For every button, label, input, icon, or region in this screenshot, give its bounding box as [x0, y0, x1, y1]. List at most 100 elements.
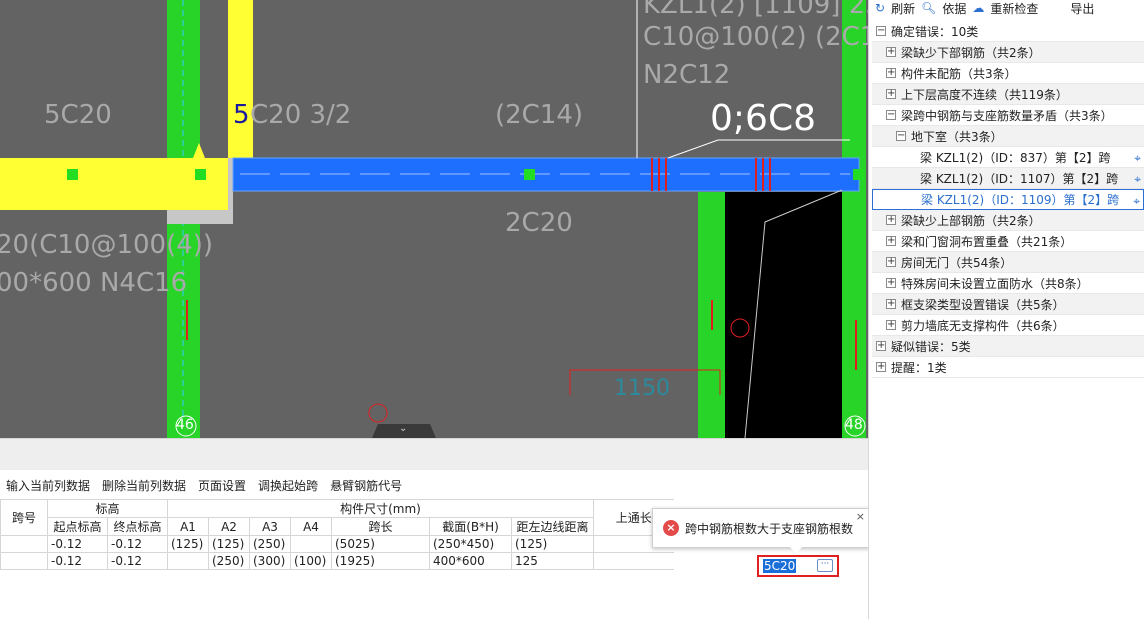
table-row[interactable]: -0.12 -0.12 (250) (300) (100) (1925) 400…: [0, 552, 674, 570]
cell-span-length[interactable]: (1925): [331, 552, 430, 570]
tree-item-label: 梁 KZL1(2)（ID：837）第【2】跨: [920, 150, 1111, 165]
tree-category[interactable]: + 构件未配筋（共3条）: [872, 63, 1144, 84]
tree-category[interactable]: + 框支梁类型设置错误（共5条）: [872, 294, 1144, 315]
locate-icon[interactable]: ⌖: [1134, 172, 1141, 187]
document-search-icon[interactable]: 🔍︎: [921, 1, 936, 15]
cell-a2[interactable]: (250): [208, 552, 250, 570]
expand-icon[interactable]: +: [886, 89, 896, 99]
cell-a4[interactable]: [290, 535, 332, 553]
cell-a3[interactable]: (250): [249, 535, 291, 553]
tree-category[interactable]: − 梁跨中钢筋与支座筋数量矛盾（共3条）: [872, 105, 1144, 126]
page-setup-button[interactable]: 页面设置: [198, 477, 246, 494]
cell-section[interactable]: 400*600: [429, 552, 512, 570]
col-a4: A4: [290, 517, 332, 536]
locate-icon[interactable]: ⌖: [1133, 194, 1140, 209]
cell-a4[interactable]: (100): [290, 552, 332, 570]
cell-start-elev[interactable]: -0.12: [47, 552, 108, 570]
export-button[interactable]: 导出: [1070, 0, 1094, 17]
panel-divider[interactable]: [0, 438, 868, 470]
collapse-icon[interactable]: −: [886, 110, 896, 120]
more-options-button[interactable]: ···: [817, 559, 833, 572]
cell-a1[interactable]: (125): [167, 535, 209, 553]
cell-end-elev[interactable]: -0.12: [107, 552, 168, 570]
tree-category[interactable]: + 房间无门（共54条）: [872, 252, 1144, 273]
cell-left-dist[interactable]: (125): [511, 535, 594, 553]
cell-span-length[interactable]: (5025): [331, 535, 430, 553]
expand-icon[interactable]: +: [886, 299, 896, 309]
cell-a1[interactable]: [167, 552, 209, 570]
rebar-cell-editor[interactable]: 5C20 ···: [757, 555, 839, 577]
cell-end-elev[interactable]: -0.12: [107, 535, 168, 553]
tree-leaf-item[interactable]: 梁 KZL1(2)（ID：1109）第【2】跨 ⌖: [872, 189, 1144, 210]
tree-item-label: 特殊房间未设置立面防水（共8条）: [901, 276, 1089, 291]
chevron-down-icon[interactable]: ⌄: [399, 423, 407, 434]
tree-category[interactable]: + 提醒：1类: [872, 357, 1144, 378]
expand-icon[interactable]: +: [886, 320, 896, 330]
grip-point[interactable]: [195, 169, 206, 180]
col-span-no: 跨号: [0, 499, 48, 536]
collapse-icon[interactable]: −: [876, 26, 886, 36]
error-tree: − 确定错误：10类 + 梁缺少下部钢筋（共2条） + 构件未配筋（共3条） + 上下层高度不…: [872, 21, 1144, 378]
cad-drawing: [0, 0, 866, 438]
tree-category[interactable]: + 剪力墙底无支撑构件（共6条）: [872, 315, 1144, 336]
refresh-icon[interactable]: ↻: [875, 1, 885, 15]
expand-icon[interactable]: +: [886, 257, 896, 267]
col-left-dist: 距左边线距离: [511, 517, 594, 536]
beam-vertical-yellow[interactable]: [228, 0, 253, 158]
beam-left-yellow[interactable]: [0, 158, 228, 210]
tree-category[interactable]: + 上下层高度不连续（共119条）: [872, 84, 1144, 105]
span-rebar-label: 0;6C8: [710, 98, 816, 139]
tree-category[interactable]: − 确定错误：10类: [872, 21, 1144, 42]
tree-item-label: 地下室（共3条）: [911, 129, 1003, 144]
cloud-check-icon[interactable]: ☁: [972, 1, 984, 15]
cell-left-dist[interactable]: 125: [511, 552, 594, 570]
swap-span-button[interactable]: 调换起始跨: [258, 477, 318, 494]
tree-category[interactable]: + 梁缺少上部钢筋（共2条）: [872, 210, 1144, 231]
expand-icon[interactable]: +: [886, 47, 896, 57]
rebar-label-top: C20 3/2: [250, 100, 352, 130]
delete-column-button[interactable]: 删除当前列数据: [102, 477, 186, 494]
tree-leaf-item[interactable]: 梁 KZL1(2)（ID：837）第【2】跨 ⌖: [872, 147, 1144, 168]
expand-icon[interactable]: +: [886, 278, 896, 288]
recheck-button[interactable]: 重新检查: [990, 0, 1038, 17]
tree-category[interactable]: + 特殊房间未设置立面防水（共8条）: [872, 273, 1144, 294]
grip-point[interactable]: [853, 169, 864, 180]
basis-button[interactable]: 依据: [942, 0, 966, 17]
tree-category[interactable]: + 梁缺少下部钢筋（共2条）: [872, 42, 1144, 63]
expand-icon[interactable]: +: [886, 236, 896, 246]
expand-icon[interactable]: +: [886, 68, 896, 78]
expand-icon[interactable]: +: [876, 362, 886, 372]
tree-item-label: 确定错误：10类: [891, 24, 979, 39]
editor-value[interactable]: 5C20: [763, 559, 797, 573]
stirrup-label: C10@100(2) (2C1: [643, 22, 868, 52]
tree-category[interactable]: + 疑似错误：5类: [872, 336, 1144, 357]
tree-category[interactable]: + 梁和门窗洞布置重叠（共21条）: [872, 231, 1144, 252]
room-dark: [725, 192, 842, 438]
col-a1: A1: [167, 517, 209, 536]
tree-category[interactable]: − 地下室（共3条）: [872, 126, 1144, 147]
tree-item-label: 剪力墙底无支撑构件（共6条）: [901, 318, 1065, 333]
tree-item-label: 提醒：1类: [891, 360, 947, 375]
expand-icon[interactable]: +: [886, 215, 896, 225]
cell-section[interactable]: (250*450): [429, 535, 512, 553]
column-right[interactable]: [842, 0, 866, 438]
refresh-button[interactable]: 刷新: [891, 0, 915, 17]
close-icon[interactable]: ×: [856, 510, 865, 523]
cell-a3[interactable]: (300): [249, 552, 291, 570]
cell-start-elev[interactable]: -0.12: [47, 535, 108, 553]
cantilever-code-button[interactable]: 悬臂钢筋代号: [330, 477, 402, 494]
error-tooltip: × 跨中钢筋根数大于支座钢筋根数 ×: [652, 508, 870, 548]
cell-a2[interactable]: (125): [208, 535, 250, 553]
tree-item-label: 梁缺少上部钢筋（共2条）: [901, 213, 1041, 228]
table-row[interactable]: -0.12 -0.12 (125) (125) (250) (5025) (25…: [0, 535, 674, 553]
col-start-elev: 起点标高: [47, 517, 108, 536]
grip-point[interactable]: [67, 169, 78, 180]
rebar-label-mid: (2C14): [495, 100, 584, 130]
tree-leaf-item[interactable]: 梁 KZL1(2)（ID：1107）第【2】跨 ⌖: [872, 168, 1144, 189]
expand-icon[interactable]: +: [876, 341, 886, 351]
collapse-icon[interactable]: −: [896, 131, 906, 141]
cad-canvas[interactable]: KZL1(2) [1109] 25 C10@100(2) (2C1 N2C12 …: [0, 0, 868, 438]
locate-icon[interactable]: ⌖: [1134, 151, 1141, 166]
grip-point[interactable]: [524, 169, 535, 180]
input-column-button[interactable]: 输入当前列数据: [6, 477, 90, 494]
